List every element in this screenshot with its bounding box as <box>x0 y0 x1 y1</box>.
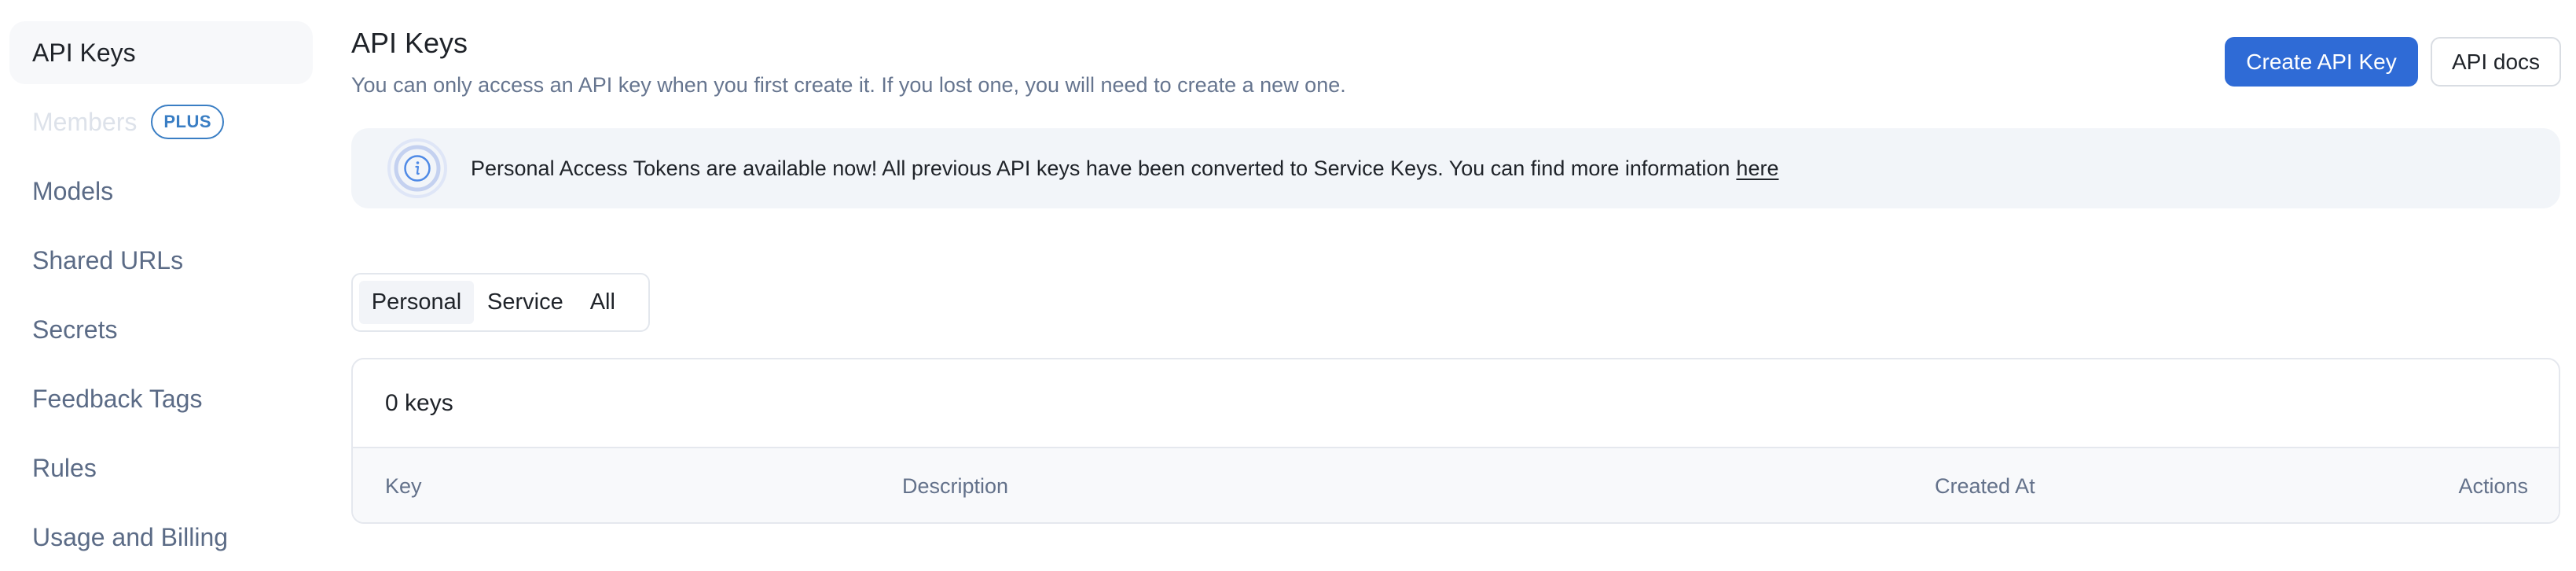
column-header-description: Description <box>902 473 1009 498</box>
key-type-filter: Personal Service All <box>351 273 650 332</box>
sidebar-item-usage-and-billing[interactable]: Usage and Billing <box>9 506 313 569</box>
sidebar-item-label: Members <box>32 107 138 136</box>
key-count: 0 keys <box>353 359 2559 448</box>
banner-message: Personal Access Tokens are available now… <box>471 128 1778 208</box>
tab-all[interactable]: All <box>577 281 629 324</box>
sidebar-item-rules[interactable]: Rules <box>9 437 313 499</box>
api-docs-button[interactable]: API docs <box>2431 37 2561 87</box>
tab-personal[interactable]: Personal <box>359 281 474 324</box>
sidebar-item-label: Secrets <box>32 315 118 344</box>
sidebar-item-label: API Keys <box>32 38 136 67</box>
api-keys-table: 0 keys Key Description Created At Action… <box>351 358 2560 524</box>
info-banner: Personal Access Tokens are available now… <box>351 128 2560 208</box>
sidebar-item-api-keys[interactable]: API Keys <box>9 21 313 84</box>
table-header-row: Key Description Created At Actions <box>353 448 2559 522</box>
column-header-actions: Actions <box>2458 473 2528 498</box>
info-icon <box>387 138 447 198</box>
sidebar-item-shared-urls[interactable]: Shared URLs <box>9 229 313 292</box>
sidebar-item-members: Members PLUS <box>9 90 313 153</box>
create-api-key-button[interactable]: Create API Key <box>2225 37 2418 87</box>
sidebar-item-label: Feedback Tags <box>32 384 203 413</box>
sidebar-item-label: Usage and Billing <box>32 522 229 551</box>
column-header-created-at: Created At <box>1935 473 2035 498</box>
sidebar-item-feedback-tags[interactable]: Feedback Tags <box>9 367 313 430</box>
page-title: API Keys <box>351 27 468 59</box>
column-header-key: Key <box>385 473 422 498</box>
sidebar-item-label: Models <box>32 176 114 205</box>
banner-here-link[interactable]: here <box>1736 157 1778 181</box>
tab-service[interactable]: Service <box>474 281 577 324</box>
sidebar-item-secrets[interactable]: Secrets <box>9 298 313 361</box>
plus-badge: PLUS <box>151 105 225 139</box>
sidebar-item-models[interactable]: Models <box>9 160 313 223</box>
sidebar-item-label: Shared URLs <box>32 245 184 274</box>
page-subtitle: You can only access an API key when you … <box>351 73 1346 97</box>
sidebar-item-label: Rules <box>32 453 97 482</box>
sidebar: API Keys Members PLUS Models Shared URLs… <box>0 0 322 571</box>
banner-text: Personal Access Tokens are available now… <box>471 156 1730 180</box>
